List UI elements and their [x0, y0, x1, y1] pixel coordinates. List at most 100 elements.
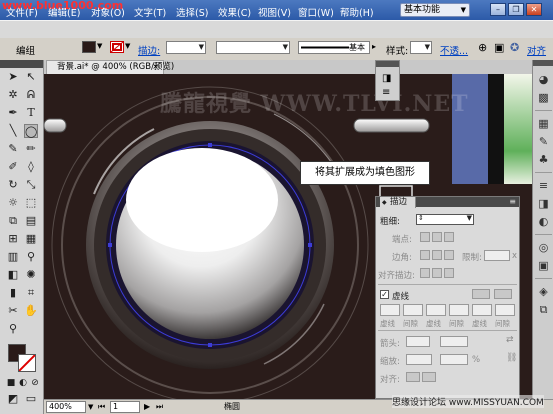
- drawing-mode-icon[interactable]: ◩: [6, 392, 20, 406]
- column-graph-tool-icon[interactable]: ▮: [6, 286, 20, 300]
- swap-arrows-icon[interactable]: ⇄: [506, 335, 514, 345]
- dash-1-field[interactable]: [380, 304, 400, 316]
- opacity-link[interactable]: 不透...: [440, 43, 468, 57]
- menu-window[interactable]: 窗口(W): [298, 7, 334, 21]
- link-icon[interactable]: ⛓: [506, 353, 517, 363]
- document-tab[interactable]: 背景.ai* @ 400% (RGB/预览) ×: [46, 60, 174, 74]
- layers-icon[interactable]: ◈: [536, 284, 551, 299]
- align-link[interactable]: 对齐: [527, 43, 546, 57]
- weight-field[interactable]: ⇕ ▼: [416, 214, 474, 225]
- align-outside-button[interactable]: [444, 268, 454, 278]
- align-inside-button[interactable]: [432, 268, 442, 278]
- menu-file[interactable]: 文件(F): [6, 7, 38, 21]
- dock-header[interactable]: [533, 60, 553, 66]
- stroke-icon[interactable]: ≡: [536, 178, 551, 193]
- menu-edit[interactable]: 编辑(E): [48, 7, 80, 21]
- gradient-panel-icon[interactable]: ◨: [382, 73, 391, 84]
- shape-builder-tool-icon[interactable]: ⧉: [6, 214, 20, 228]
- arrow-start-select[interactable]: [406, 336, 430, 347]
- magic-wand-tool-icon[interactable]: ✲: [6, 88, 20, 102]
- scale-tool-icon[interactable]: ⤡: [24, 178, 38, 192]
- hand-tool-icon[interactable]: ✋: [24, 304, 38, 318]
- artboard-tool-icon[interactable]: ⌗: [24, 286, 38, 300]
- gap-2-field[interactable]: [449, 304, 469, 316]
- perspective-grid-tool-icon[interactable]: ⊞: [6, 232, 20, 246]
- dashed-line-checkbox[interactable]: ✓: [380, 290, 389, 299]
- menu-object[interactable]: 对象(O): [91, 7, 125, 21]
- zoom-tool-icon[interactable]: ⚲: [6, 322, 20, 336]
- artboards-icon[interactable]: ⧉: [536, 302, 551, 317]
- minimize-button[interactable]: –: [490, 3, 506, 16]
- bevel-join-button[interactable]: [444, 250, 454, 260]
- blob-brush-tool-icon[interactable]: ✐: [6, 160, 20, 174]
- last-page-icon[interactable]: ⏭: [156, 400, 163, 414]
- workspace-switcher[interactable]: 基本功能 ▼: [400, 3, 470, 17]
- align-dash-button[interactable]: [494, 289, 512, 299]
- pencil-tool-icon[interactable]: ✏: [24, 142, 38, 156]
- none-mode-icon[interactable]: ⊘: [28, 376, 42, 390]
- zoom-field[interactable]: 400%: [46, 401, 86, 413]
- dash-3-field[interactable]: [472, 304, 492, 316]
- line-tool-icon[interactable]: ╲: [6, 124, 20, 138]
- mini-panel-header[interactable]: [376, 61, 399, 67]
- color-panel-icon[interactable]: ◕: [536, 72, 551, 87]
- align-center-button[interactable]: [420, 268, 430, 278]
- slice-tool-icon[interactable]: ✂: [6, 304, 20, 318]
- chevron-down-icon[interactable]: ▼: [97, 42, 102, 50]
- menu-view[interactable]: 视图(V): [258, 7, 291, 21]
- ellipse-tool-icon[interactable]: ◯: [24, 124, 38, 138]
- swatches-icon[interactable]: ▦: [536, 116, 551, 131]
- stroke-swatch[interactable]: [110, 41, 124, 53]
- scale-start-field[interactable]: [406, 354, 432, 365]
- type-tool-icon[interactable]: T: [24, 106, 38, 120]
- lasso-tool-icon[interactable]: ᕱ: [24, 88, 38, 102]
- appearance-icon[interactable]: ◎: [536, 240, 551, 255]
- chevron-down-icon[interactable]: ▼: [125, 42, 130, 50]
- stroke-color-box[interactable]: [18, 354, 36, 372]
- menu-select[interactable]: 选择(S): [176, 7, 208, 21]
- round-cap-button[interactable]: [432, 232, 442, 242]
- collapse-icon[interactable]: ◆: [382, 197, 387, 208]
- eraser-tool-icon[interactable]: ◊: [24, 160, 38, 174]
- close-button[interactable]: ✕: [526, 3, 542, 16]
- selection-tool-icon[interactable]: ➤: [6, 70, 20, 84]
- first-page-icon[interactable]: ⏮: [98, 400, 105, 414]
- menu-help[interactable]: 帮助(H): [340, 7, 374, 21]
- rotate-tool-icon[interactable]: ↻: [6, 178, 20, 192]
- stroke-panel-tab[interactable]: ◆ 描边: [380, 197, 417, 208]
- miter-join-button[interactable]: [420, 250, 430, 260]
- next-page-icon[interactable]: ▶: [144, 400, 150, 414]
- isolate-icon[interactable]: ▣: [494, 41, 504, 54]
- direct-selection-tool-icon[interactable]: ↖: [24, 70, 38, 84]
- stroke-weight-field[interactable]: ▼: [166, 41, 206, 54]
- gap-3-field[interactable]: [495, 304, 515, 316]
- symbol-sprayer-tool-icon[interactable]: ✺: [24, 268, 38, 282]
- variable-width-select[interactable]: ▼: [216, 41, 290, 54]
- blend-tool-icon[interactable]: ◧: [6, 268, 20, 282]
- mesh-tool-icon[interactable]: ▦: [24, 232, 38, 246]
- warp-tool-icon[interactable]: ☼: [6, 196, 20, 210]
- fill-swatch[interactable]: [82, 41, 96, 53]
- round-join-button[interactable]: [432, 250, 442, 260]
- transparency-icon[interactable]: ◐: [536, 214, 551, 229]
- paintbrush-tool-icon[interactable]: ✎: [6, 142, 20, 156]
- menu-type[interactable]: 文字(T): [134, 7, 166, 21]
- eyedropper-tool-icon[interactable]: ⚲: [24, 250, 38, 264]
- preserve-dash-button[interactable]: [472, 289, 490, 299]
- brush-definition-select[interactable]: 基本: [298, 41, 370, 54]
- graphic-styles-icon[interactable]: ▣: [536, 258, 551, 273]
- butt-cap-button[interactable]: [420, 232, 430, 242]
- arrow-end-select[interactable]: [440, 336, 468, 347]
- screen-mode-icon[interactable]: ▭: [24, 392, 38, 406]
- arrow-extend-button[interactable]: [406, 372, 420, 382]
- symbols-icon[interactable]: ♣: [536, 152, 551, 167]
- brushes-icon[interactable]: ✎: [536, 134, 551, 149]
- arrow-place-button[interactable]: [422, 372, 436, 382]
- gap-1-field[interactable]: [403, 304, 423, 316]
- live-paint-tool-icon[interactable]: ▤: [24, 214, 38, 228]
- stroke-panel-icon[interactable]: ≡: [382, 87, 390, 98]
- projecting-cap-button[interactable]: [444, 232, 454, 242]
- panel-menu-icon[interactable]: ≡: [509, 198, 516, 206]
- recolor-icon[interactable]: ⊕: [478, 41, 487, 54]
- gradient-tool-icon[interactable]: ▥: [6, 250, 20, 264]
